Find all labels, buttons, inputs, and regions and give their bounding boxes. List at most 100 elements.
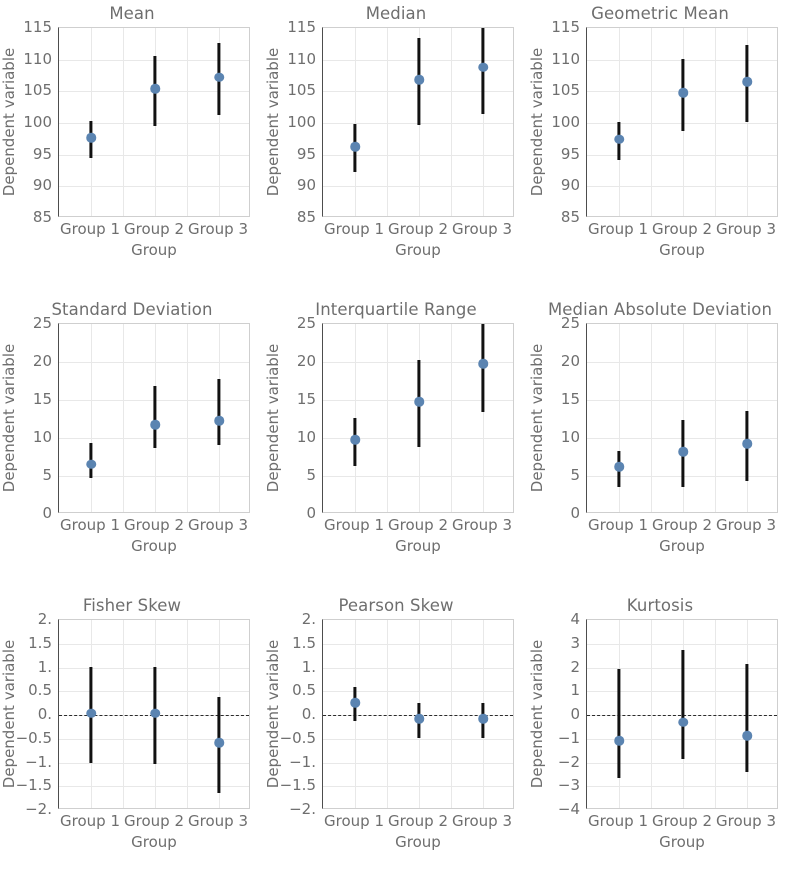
data-point-marker (150, 419, 160, 430)
x-axis-label: Group (659, 241, 705, 259)
data-point-marker (614, 736, 624, 746)
data-point-marker (214, 72, 224, 83)
y-tick-label: 1.5 (292, 633, 316, 652)
gridline-vertical (451, 620, 452, 808)
data-point-marker (414, 397, 424, 407)
gridline-horizontal (587, 786, 777, 788)
y-tick-label: 2 (570, 657, 580, 676)
y-tick-label: −1. (289, 752, 316, 771)
plot-area (586, 323, 778, 513)
y-tick-label: −1.5 (279, 776, 316, 795)
data-point-marker (478, 359, 488, 369)
gridline-horizontal (587, 154, 777, 156)
y-tick-label: 5 (306, 466, 316, 484)
gridline-horizontal (323, 476, 513, 477)
gridline-horizontal (323, 667, 513, 669)
y-tick-label: 90 (560, 176, 580, 195)
x-axis-label: Group (395, 241, 441, 259)
y-tick-label: 95 (296, 144, 316, 163)
y-tick-label: 100 (23, 113, 52, 131)
plot-inner (323, 324, 513, 512)
y-tick-label: 95 (560, 144, 580, 163)
plot-area (322, 619, 514, 809)
chart-panel: Geometric Mean Dependent variable 85 90 95 10… (528, 0, 792, 288)
y-tick-label: −1 (557, 728, 580, 747)
y-tick-label: 20 (32, 352, 52, 370)
y-tick-label: 0 (570, 504, 580, 522)
y-tick-label: 0. (301, 705, 316, 723)
x-tick-label: Group 1 (60, 516, 120, 534)
multi-panel-figure: Mean Dependent variable 85 90 95 100 105 110 115… (0, 0, 792, 865)
gridline-vertical (355, 28, 356, 216)
gridline-vertical (91, 324, 92, 512)
data-point-marker (214, 738, 224, 748)
y-tick-label: −3 (557, 776, 580, 795)
y-tick-label: 110 (287, 49, 316, 68)
y-tick-label: −1. (25, 752, 52, 771)
gridline-vertical (715, 620, 716, 808)
data-point-marker (742, 439, 752, 449)
x-axis-ticks: Group 1 Group 2 Group 3 (322, 514, 514, 536)
x-tick-label: Group 1 (60, 220, 120, 238)
y-axis-ticks: 85 90 95 100 105 110 115 (528, 18, 586, 226)
x-axis-label: Group (659, 537, 705, 555)
y-tick-label: −0.5 (279, 728, 316, 747)
x-tick-label: Group 3 (188, 220, 248, 238)
gridline-horizontal (323, 762, 513, 764)
gridline-horizontal (59, 476, 249, 477)
y-tick-label: 1.5 (28, 633, 52, 652)
data-point-marker (614, 134, 624, 144)
data-point-marker (678, 447, 688, 457)
gridline-horizontal (59, 154, 249, 156)
x-tick-label: Group 1 (588, 516, 648, 534)
plot-area (58, 27, 250, 217)
y-tick-label: 5 (42, 466, 52, 484)
y-tick-label: 15 (32, 390, 52, 408)
y-tick-label: 25 (560, 314, 580, 332)
y-tick-label: 20 (296, 352, 316, 370)
x-tick-label: Group 3 (452, 516, 512, 534)
x-tick-label: Group 3 (188, 516, 248, 534)
gridline-horizontal (323, 154, 513, 156)
chart-panel: Mean Dependent variable 85 90 95 100 105 110 115… (0, 0, 264, 288)
x-axis-ticks: Group 1 Group 2 Group 3 (58, 514, 250, 536)
y-tick-label: 0 (570, 705, 580, 723)
y-axis-ticks: 4 3 2 1 0 −1 −2 −3 −4 (528, 610, 586, 818)
error-bar (681, 650, 685, 760)
x-tick-label: Group 3 (188, 812, 248, 830)
plot-inner (59, 620, 249, 808)
x-tick-label: Group 1 (324, 516, 384, 534)
y-tick-label: 25 (32, 314, 52, 332)
x-axis-ticks: Group 1 Group 2 Group 3 (58, 810, 250, 832)
y-tick-label: 115 (551, 18, 580, 36)
plot-inner (323, 28, 513, 216)
error-bar (153, 385, 157, 448)
y-tick-label: 10 (560, 428, 580, 446)
gridline-vertical (451, 28, 452, 216)
plot-area (58, 323, 250, 513)
x-tick-label: Group 2 (124, 220, 184, 238)
y-tick-label: 0 (306, 504, 316, 522)
y-tick-label: 10 (32, 428, 52, 446)
y-tick-label: −1.5 (15, 776, 52, 795)
x-tick-label: Group 3 (716, 516, 776, 534)
x-tick-label: Group 2 (388, 516, 448, 534)
y-tick-label: 90 (296, 176, 316, 195)
y-tick-label: 15 (296, 390, 316, 408)
y-tick-label: 105 (551, 81, 580, 100)
y-tick-label: 85 (560, 208, 580, 226)
plot-area (322, 323, 514, 513)
plot-area (586, 27, 778, 217)
y-tick-label: 0.5 (292, 681, 316, 700)
gridline-vertical (123, 620, 124, 808)
plot-inner (587, 28, 777, 216)
chart-panel: Interquartile Range Dependent variable 0 5 1… (264, 296, 528, 584)
data-point-marker (86, 708, 96, 718)
gridline-vertical (123, 28, 124, 216)
y-tick-label: 4 (570, 610, 580, 628)
gridline-vertical (387, 620, 388, 808)
x-axis-label: Group (659, 833, 705, 851)
data-point-marker (414, 75, 424, 85)
data-point-marker (86, 133, 96, 143)
plot-inner (587, 324, 777, 512)
